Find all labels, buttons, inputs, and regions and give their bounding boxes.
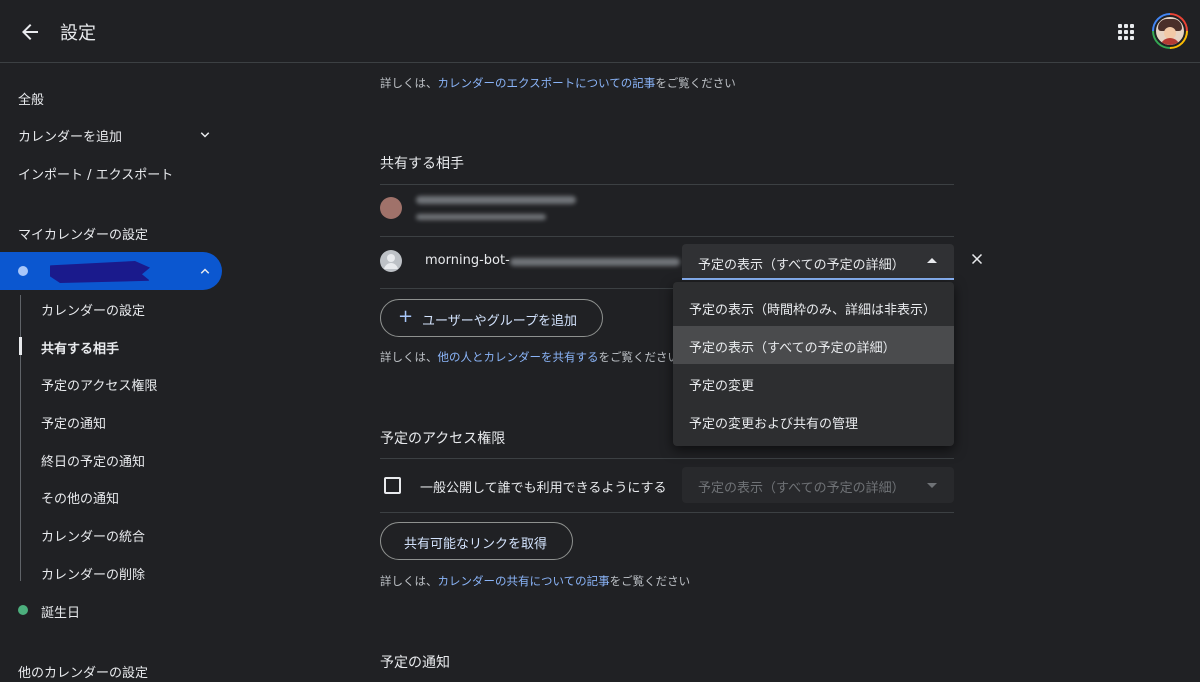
chevron-down-icon[interactable] <box>196 126 214 144</box>
nav-general[interactable]: 全般 <box>18 89 44 108</box>
close-icon[interactable] <box>968 250 986 268</box>
public-permission-select: 予定の表示（すべての予定の詳細） <box>682 467 954 503</box>
person-icon <box>384 254 398 269</box>
redacted-owner-email <box>416 214 546 220</box>
plus-icon: + <box>398 306 414 327</box>
add-user-button[interactable]: + ユーザーやグループを追加 <box>380 299 603 337</box>
other-calendars-title: 他のカレンダーの設定 <box>18 666 149 681</box>
subnav-other-notify[interactable]: その他の通知 <box>41 488 119 507</box>
subnav-event-notify[interactable]: 予定の通知 <box>41 413 106 432</box>
subnav-delete[interactable]: カレンダーの削除 <box>41 564 145 583</box>
dropdown-option[interactable]: 予定の表示（時間枠のみ、詳細は非表示） <box>673 288 954 326</box>
dropdown-option[interactable]: 予定の変更 <box>673 364 954 402</box>
subnav-calendar-settings[interactable]: カレンダーの設定 <box>41 300 145 319</box>
public-checkbox[interactable] <box>384 477 401 494</box>
permission-dropdown-menu: 予定の表示（時間枠のみ、詳細は非表示） 予定の表示（すべての予定の詳細） 予定の… <box>673 282 954 446</box>
active-calendar-item[interactable] <box>0 252 222 290</box>
account-avatar[interactable] <box>1152 13 1188 49</box>
avatar-image <box>1154 15 1186 47</box>
divider <box>380 236 954 237</box>
subnav-allday-notify[interactable]: 終日の予定の通知 <box>41 451 145 470</box>
arrow-back-icon[interactable] <box>18 20 42 44</box>
export-note: 詳しくは、カレンダーのエクスポートについての記事をご覧ください <box>380 76 736 90</box>
dropdown-arrow-up-icon <box>927 258 937 263</box>
redacted-owner-name <box>416 196 576 204</box>
birthday-color-dot <box>18 605 28 615</box>
calendar-color-dot <box>18 266 28 276</box>
nav-import-export[interactable]: インポート / エクスポート <box>18 164 173 183</box>
share-note: 詳しくは、他の人とカレンダーを共有するをご覧ください <box>380 350 679 364</box>
divider <box>380 184 954 185</box>
apps-grid-icon[interactable] <box>1114 20 1138 44</box>
redacted-calendar-name <box>50 261 150 283</box>
nav-birthday[interactable]: 誕生日 <box>41 602 80 621</box>
nav-add-calendar[interactable]: カレンダーを追加 <box>18 126 122 145</box>
member-name: morning-bot- <box>425 253 510 268</box>
redacted-member-email <box>510 258 680 266</box>
share-section-title: 共有する相手 <box>380 156 464 172</box>
owner-avatar <box>380 197 402 219</box>
top-bar: 設定 <box>0 0 1200 63</box>
get-link-button[interactable]: 共有可能なリンクを取得 <box>380 522 573 560</box>
subnav-access[interactable]: 予定のアクセス権限 <box>41 375 157 394</box>
page-title: 設定 <box>60 23 96 44</box>
chevron-up-icon[interactable] <box>196 262 214 280</box>
permission-select[interactable]: 予定の表示（すべての予定の詳細） <box>682 244 954 280</box>
settings-sidebar: 全般 カレンダーを追加 インポート / エクスポート マイカレンダーの設定 カレ… <box>0 63 240 682</box>
subnav-active-marker <box>19 337 22 355</box>
my-calendars-title: マイカレンダーの設定 <box>18 228 149 243</box>
export-article-link[interactable]: カレンダーのエクスポートについての記事 <box>438 76 656 90</box>
divider <box>380 458 954 459</box>
access-section-title: 予定のアクセス権限 <box>380 431 506 447</box>
subnav-share[interactable]: 共有する相手 <box>41 338 119 357</box>
dropdown-option-selected[interactable]: 予定の表示（すべての予定の詳細） <box>673 326 954 364</box>
subnav-integrate[interactable]: カレンダーの統合 <box>41 526 145 545</box>
access-article-link[interactable]: カレンダーの共有についての記事 <box>438 574 610 588</box>
dropdown-arrow-icon <box>927 483 937 488</box>
dropdown-option[interactable]: 予定の変更および共有の管理 <box>673 402 954 440</box>
access-note: 詳しくは、カレンダーの共有についての記事をご覧ください <box>380 574 691 588</box>
member-avatar <box>380 250 402 272</box>
notify-section-title: 予定の通知 <box>380 655 450 671</box>
public-checkbox-label: 一般公開して誰でも利用できるようにする <box>420 481 667 496</box>
divider <box>380 512 954 513</box>
share-article-link[interactable]: 他の人とカレンダーを共有する <box>438 350 599 364</box>
